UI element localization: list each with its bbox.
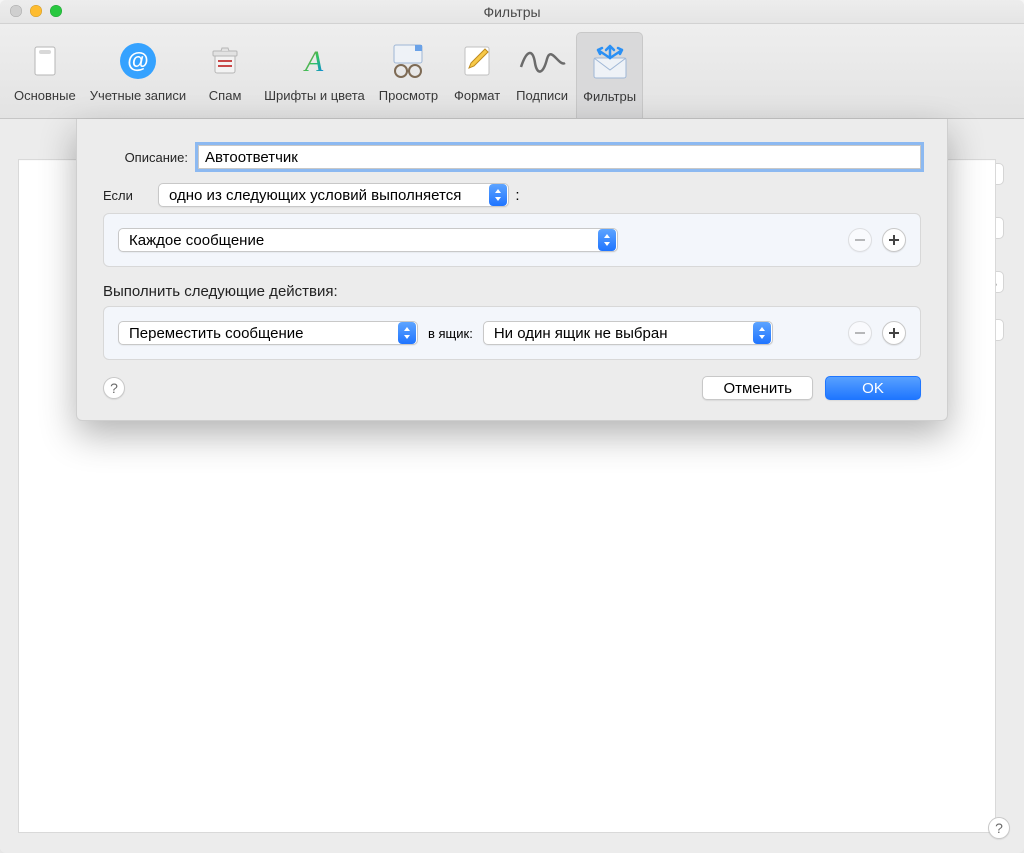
viewing-icon: [383, 36, 433, 86]
tab-label: Спам: [209, 88, 242, 103]
help-button[interactable]: ?: [988, 817, 1010, 839]
rule-edit-sheet: Описание: Если одно из следующих условий…: [76, 119, 948, 421]
tab-label: Учетные записи: [90, 88, 186, 103]
zoom-window-button[interactable]: [50, 5, 62, 17]
actions-label: Выполнить следующие действия:: [103, 283, 921, 300]
tab-label: Фильтры: [583, 89, 636, 104]
actions-group: Переместить сообщение в ящик: Ни один ящ…: [103, 306, 921, 360]
cancel-button[interactable]: Отменить: [702, 376, 813, 400]
junk-icon: [200, 36, 250, 86]
chevron-updown-icon: [489, 184, 507, 206]
tab-signatures[interactable]: Подписи: [510, 32, 574, 118]
minus-icon: [854, 234, 866, 246]
conditions-group: Каждое сообщение: [103, 213, 921, 267]
tab-label: Просмотр: [379, 88, 438, 103]
action-type-select[interactable]: Переместить сообщение: [118, 321, 418, 345]
plus-icon: [888, 327, 900, 339]
tab-label: Основные: [14, 88, 76, 103]
tab-composing[interactable]: Формат: [446, 32, 508, 118]
tab-label: Шрифты и цвета: [264, 88, 365, 103]
remove-condition-button[interactable]: [848, 228, 872, 252]
condition-select[interactable]: Каждое сообщение: [118, 228, 618, 252]
if-condition-select[interactable]: одно из следующих условий выполняется: [158, 183, 509, 207]
tab-fonts[interactable]: A Шрифты и цвета: [258, 32, 371, 118]
description-input[interactable]: [198, 145, 921, 169]
minimize-window-button[interactable]: [30, 5, 42, 17]
sheet-help-button[interactable]: ?: [103, 377, 125, 399]
chevron-updown-icon: [398, 322, 416, 344]
window-title: Фильтры: [483, 4, 540, 20]
if-label: Если: [103, 188, 158, 203]
tab-junk[interactable]: Спам: [194, 32, 256, 118]
minus-icon: [854, 327, 866, 339]
remove-action-button[interactable]: [848, 321, 872, 345]
rules-icon: [585, 37, 635, 87]
accounts-icon: @: [113, 36, 163, 86]
chevron-updown-icon: [753, 322, 771, 344]
titlebar: Фильтры: [0, 0, 1024, 24]
description-label: Описание:: [103, 150, 198, 165]
general-icon: [20, 36, 70, 86]
tab-accounts[interactable]: @ Учетные записи: [84, 32, 192, 118]
add-condition-button[interactable]: [882, 228, 906, 252]
action-mid-label: в ящик:: [428, 326, 473, 341]
colon-text: :: [515, 187, 519, 204]
fonts-icon: A: [289, 36, 339, 86]
signatures-icon: [517, 36, 567, 86]
action-target-select[interactable]: Ни один ящик не выбран: [483, 321, 773, 345]
tab-label: Подписи: [516, 88, 568, 103]
composing-icon: [452, 36, 502, 86]
preferences-toolbar: Основные @ Учетные записи Спа: [0, 24, 1024, 119]
plus-icon: [888, 234, 900, 246]
ok-button[interactable]: OK: [825, 376, 921, 400]
tab-viewing[interactable]: Просмотр: [373, 32, 444, 118]
tab-rules[interactable]: Фильтры: [576, 32, 643, 118]
chevron-updown-icon: [598, 229, 616, 251]
svg-text:@: @: [127, 48, 148, 73]
tab-general[interactable]: Основные: [8, 32, 82, 118]
svg-text:A: A: [303, 45, 324, 78]
tab-label: Формат: [454, 88, 500, 103]
close-window-button[interactable]: [10, 5, 22, 17]
add-action-button[interactable]: [882, 321, 906, 345]
